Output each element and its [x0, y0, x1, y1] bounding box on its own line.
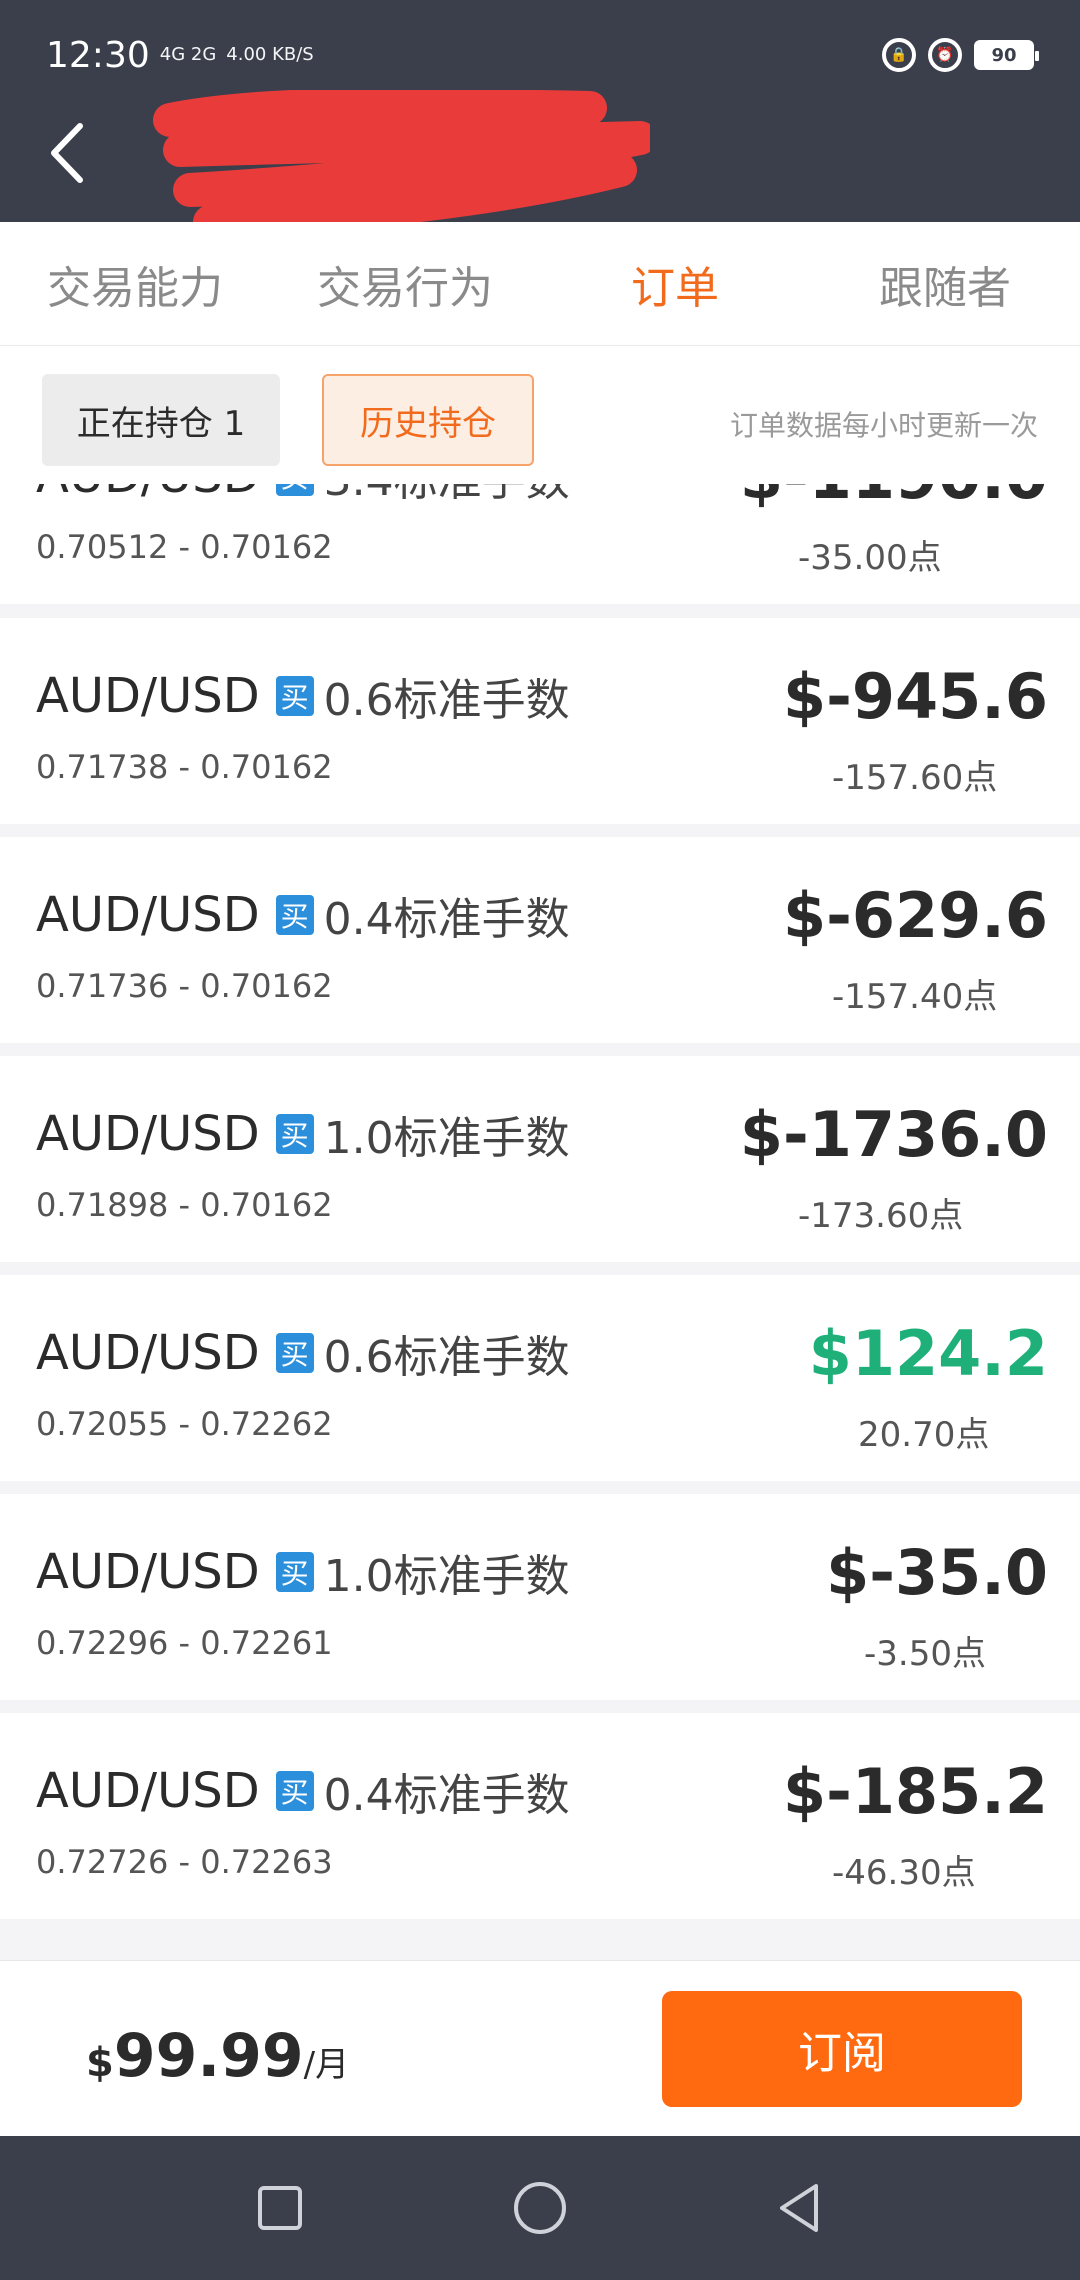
order-points: -173.60点: [798, 1196, 964, 1236]
order-lots: 0.6标准手数: [323, 1332, 570, 1383]
order-price-range: 0.71736 - 0.70162: [36, 967, 333, 1005]
order-points: -46.30点: [832, 1853, 976, 1893]
open-positions-button[interactable]: 正在持仓 1: [42, 374, 280, 466]
order-pair: AUD/USD: [36, 1544, 260, 1600]
order-points: -157.40点: [832, 977, 998, 1017]
tab-orders[interactable]: 订单: [540, 222, 810, 345]
order-row[interactable]: AUD/USD 买 3.4标准手数 0.70512 - 0.70162 $-1190…: [0, 484, 1080, 604]
alarm-icon: ⏰: [928, 38, 962, 72]
status-time: 12:30: [46, 34, 150, 76]
order-pair: AUD/USD: [36, 1106, 260, 1162]
order-lots: 3.4标准手数: [324, 484, 570, 508]
order-row[interactable]: AUD/USD 买 0.4标准手数 0.72726 - 0.72263 $-185.…: [0, 1713, 1080, 1919]
order-row[interactable]: AUD/USD 买 1.0标准手数 0.71898 - 0.70162 $-1736…: [0, 1056, 1080, 1262]
network-speed: 4.00 KB/S: [226, 44, 314, 65]
lock-icon: 🔒: [882, 38, 916, 72]
order-price-range: 0.71738 - 0.70162: [36, 748, 333, 786]
update-note: 订单数据每小时更新一次: [729, 409, 1038, 442]
order-points: 20.70点: [858, 1415, 990, 1455]
redacted-title-scribble: [153, 90, 650, 230]
order-points: -3.50点: [864, 1634, 986, 1674]
back-arrow-icon[interactable]: [40, 118, 100, 188]
buy-badge: 买: [275, 1771, 314, 1811]
system-nav-bar: [0, 2136, 1080, 2280]
tab-bar: 交易能力 交易行为 订单 跟随者: [0, 222, 1080, 346]
order-list[interactable]: AUD/USD 买 3.4标准手数 0.70512 - 0.70162 $-1190…: [0, 484, 1080, 1960]
tab-trading-ability[interactable]: 交易能力: [0, 222, 270, 345]
buy-badge: 买: [275, 1333, 314, 1373]
subscribe-button[interactable]: 订阅: [662, 1991, 1022, 2107]
tab-trading-behavior[interactable]: 交易行为: [270, 222, 540, 345]
subscribe-bar: $ 99.99 /月 订阅: [0, 1960, 1080, 2136]
order-profit: $-1190.0: [740, 484, 1048, 513]
order-pair: AUD/USD: [36, 1763, 260, 1819]
history-positions-button[interactable]: 历史持仓: [322, 374, 534, 466]
buy-badge: 买: [275, 676, 314, 716]
order-price-range: 0.71898 - 0.70162: [36, 1186, 333, 1224]
order-row[interactable]: AUD/USD 买 0.6标准手数 0.71738 - 0.70162 $-945.…: [0, 618, 1080, 824]
order-profit: $-629.6: [783, 879, 1048, 952]
buy-badge: 买: [275, 1114, 314, 1154]
order-lots: 0.6标准手数: [323, 675, 570, 726]
position-filter-row: 正在持仓 1 历史持仓 订单数据每小时更新一次: [0, 346, 1080, 484]
app-header: 12:30 4G 2G 4.00 KB/S 🔒 ⏰ 90: [0, 0, 1080, 230]
price-amount: 99.99: [113, 2021, 304, 2091]
order-profit: $-185.2: [783, 1755, 1048, 1828]
order-profit: $-35.0: [826, 1536, 1048, 1609]
order-points: -35.00点: [798, 538, 942, 578]
order-lots: 1.0标准手数: [323, 1551, 570, 1602]
order-points: -157.60点: [832, 758, 998, 798]
battery-icon: 90: [974, 40, 1039, 70]
order-pair: AUD/USD: [36, 1325, 260, 1381]
order-row[interactable]: AUD/USD 买 0.6标准手数 0.72055 - 0.72262 $124.2…: [0, 1275, 1080, 1481]
recent-apps-icon[interactable]: [250, 2178, 310, 2238]
home-icon[interactable]: [510, 2178, 570, 2238]
price-period: /月: [303, 2045, 350, 2085]
order-pair: AUD/USD: [36, 484, 260, 504]
tab-followers[interactable]: 跟随者: [810, 222, 1080, 345]
order-profit: $-1736.0: [739, 1098, 1048, 1171]
order-lots: 0.4标准手数: [323, 1770, 570, 1821]
order-price-range: 0.72296 - 0.72261: [36, 1624, 333, 1662]
subscription-price: $ 99.99 /月: [86, 2021, 349, 2091]
order-lots: 0.4标准手数: [323, 894, 570, 945]
order-pair: AUD/USD: [36, 887, 260, 943]
order-profit: $124.2: [808, 1317, 1048, 1390]
buy-badge: 买: [275, 895, 314, 935]
order-price-range: 0.70512 - 0.70162: [36, 528, 333, 566]
order-pair: AUD/USD: [36, 668, 260, 724]
buy-badge: 买: [275, 1552, 314, 1592]
order-price-range: 0.72055 - 0.72262: [36, 1405, 333, 1443]
order-profit: $-945.6: [783, 660, 1048, 733]
order-row[interactable]: AUD/USD 买 0.4标准手数 0.71736 - 0.70162 $-629.…: [0, 837, 1080, 1043]
buy-badge: 买: [275, 484, 314, 496]
order-row[interactable]: AUD/USD 买 1.0标准手数 0.72296 - 0.72261 $-35.0…: [0, 1494, 1080, 1700]
order-lots: 1.0标准手数: [323, 1113, 570, 1164]
network-indicator: 4G 2G: [159, 44, 217, 65]
order-price-range: 0.72726 - 0.72263: [36, 1843, 333, 1881]
back-icon[interactable]: [770, 2178, 830, 2238]
price-currency: $: [86, 2040, 114, 2086]
